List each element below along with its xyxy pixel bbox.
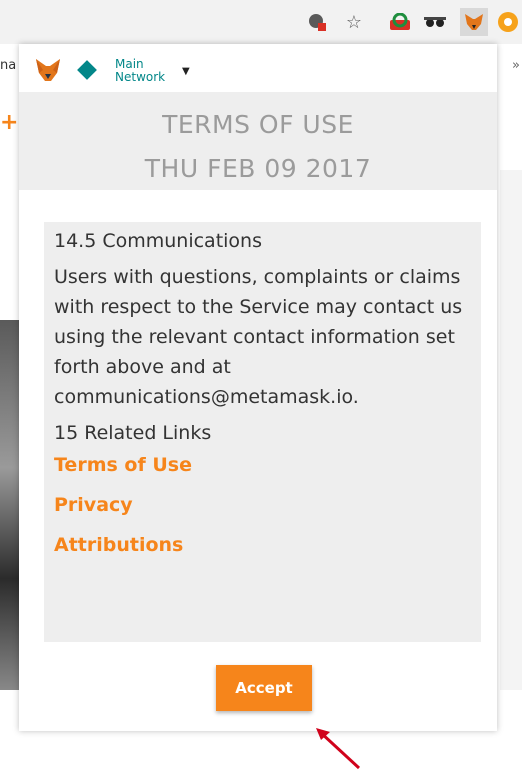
- metamask-fox-icon[interactable]: [460, 8, 488, 36]
- popup-header: Main Network ▼: [19, 44, 497, 92]
- section-body: Users with questions, complaints or clai…: [54, 266, 463, 408]
- terms-date: THU FEB 09 2017: [144, 154, 372, 183]
- background-right-strip: [500, 170, 522, 690]
- section-heading: 14.5 Communications: [54, 230, 262, 252]
- terms-of-use-link[interactable]: Terms of Use: [54, 454, 471, 476]
- terms-title: TERMS OF USE: [162, 110, 354, 139]
- background-orange-glyph: +: [0, 110, 19, 135]
- related-links-heading: 15 Related Links: [54, 422, 212, 444]
- privacy-link[interactable]: Privacy: [54, 494, 471, 516]
- network-diamond-icon[interactable]: [77, 60, 97, 80]
- extension-icon[interactable]: [388, 10, 412, 34]
- user-circle-icon[interactable]: [496, 10, 520, 34]
- metamask-fox-logo-icon: [35, 58, 61, 82]
- terms-header: TERMS OF USE THU FEB 09 2017: [19, 92, 497, 190]
- attributions-link[interactable]: Attributions: [54, 534, 471, 556]
- terms-content[interactable]: 14.5 Communications Users with questions…: [44, 222, 481, 642]
- background-chevron-fragment: »: [512, 58, 520, 73]
- metamask-popup: Main Network ▼ TERMS OF USE THU FEB 09 2…: [19, 44, 497, 770]
- star-icon[interactable]: ☆: [342, 10, 366, 34]
- network-selector[interactable]: Main Network: [115, 58, 165, 84]
- network-label-line2: Network: [115, 70, 166, 84]
- translate-icon[interactable]: [305, 10, 329, 34]
- background-image-strip: [0, 320, 20, 690]
- accept-button[interactable]: Accept: [216, 665, 312, 711]
- incognito-icon[interactable]: [423, 10, 447, 34]
- red-arrow-icon: [316, 728, 361, 770]
- caret-down-icon[interactable]: ▼: [182, 66, 190, 77]
- background-text-fragment: na: [0, 58, 17, 73]
- browser-toolbar: ☆: [0, 0, 522, 44]
